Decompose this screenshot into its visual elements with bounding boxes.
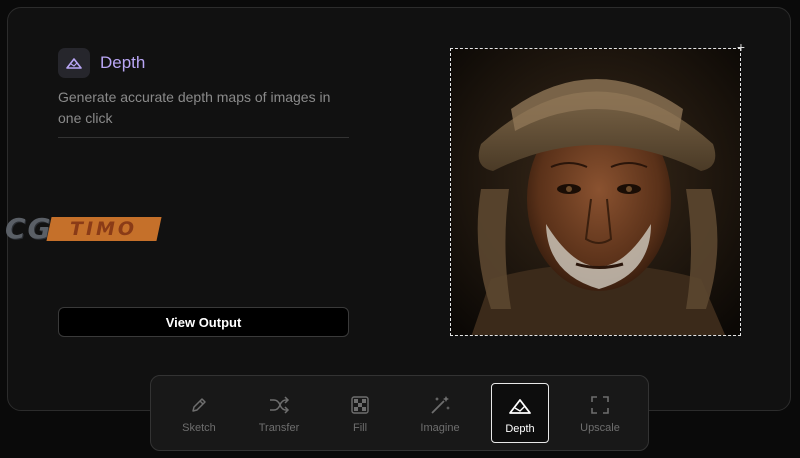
mountain-icon bbox=[58, 48, 90, 78]
source-image[interactable] bbox=[450, 48, 741, 336]
tool-description: Generate accurate depth maps of images i… bbox=[58, 89, 331, 126]
mountain-icon bbox=[508, 395, 532, 417]
checker-icon bbox=[351, 394, 369, 416]
tool-title: Depth bbox=[100, 53, 146, 72]
toolbar-fill[interactable]: Fill bbox=[331, 383, 389, 443]
toolbar-label: Sketch bbox=[182, 422, 216, 434]
magic-wand-icon bbox=[429, 394, 451, 416]
tool-header: Depth bbox=[58, 48, 145, 78]
toolbar-label: Fill bbox=[352, 422, 368, 434]
expand-icon bbox=[590, 394, 610, 416]
watermark-logo: CG TIMO bbox=[5, 212, 162, 245]
watermark-text-timo: TIMO bbox=[69, 217, 138, 240]
add-icon[interactable]: + bbox=[734, 40, 748, 54]
toolbar-sketch[interactable]: Sketch bbox=[170, 383, 228, 443]
toolbar-transfer[interactable]: Transfer bbox=[250, 383, 308, 443]
toolbar-upscale[interactable]: Upscale bbox=[571, 383, 629, 443]
toolbar-label: Transfer bbox=[258, 422, 300, 434]
watermark-text-cg: CG bbox=[5, 212, 53, 245]
tool-toolbar: Sketch Transfer Fill Imagine Depth Upsca… bbox=[150, 375, 649, 451]
divider bbox=[58, 137, 349, 138]
toolbar-label: Imagine bbox=[420, 422, 460, 434]
portrait-image bbox=[451, 49, 740, 335]
shuffle-icon bbox=[268, 394, 290, 416]
toolbar-imagine[interactable]: Imagine bbox=[411, 383, 469, 443]
watermark-banner: TIMO bbox=[45, 216, 162, 241]
toolbar-depth[interactable]: Depth bbox=[491, 383, 549, 443]
pencil-icon bbox=[189, 394, 209, 416]
toolbar-label: Depth bbox=[505, 423, 535, 435]
view-output-button[interactable]: View Output bbox=[58, 307, 349, 337]
toolbar-label: Upscale bbox=[580, 422, 620, 434]
